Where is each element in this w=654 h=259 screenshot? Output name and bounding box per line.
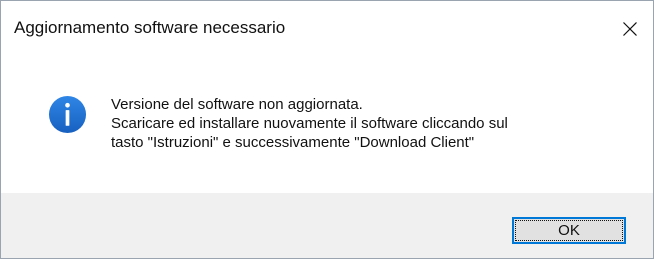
message-line: Scaricare ed installare nuovamente il so… — [111, 115, 508, 132]
close-button[interactable] — [607, 1, 653, 57]
info-icon — [48, 95, 87, 134]
title-bar[interactable]: Aggiornamento software necessario — [1, 1, 653, 57]
dialog-message: Versione del software non aggiornata. Sc… — [111, 95, 508, 152]
close-icon — [623, 22, 637, 36]
ok-button-label: OK — [558, 222, 580, 239]
message-line: Versione del software non aggiornata. — [111, 96, 363, 113]
button-bar: OK — [1, 193, 653, 258]
message-line: tasto "Istruzioni" e successivamente "Do… — [111, 134, 475, 151]
dialog-title: Aggiornamento software necessario — [14, 18, 286, 37]
ok-button[interactable]: OK — [512, 217, 626, 244]
dialog-content: Versione del software non aggiornata. Sc… — [1, 57, 653, 192]
message-dialog: Aggiornamento software necessario Versio… — [0, 0, 654, 259]
